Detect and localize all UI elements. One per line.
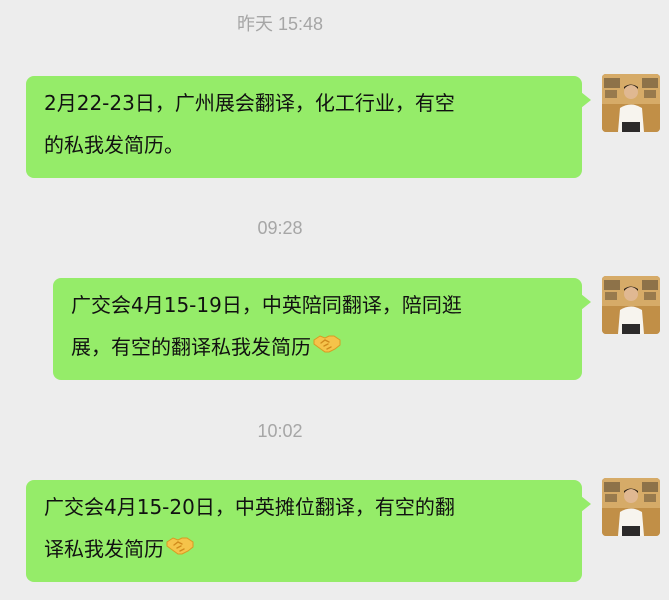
avatar-image bbox=[602, 478, 660, 536]
avatar[interactable] bbox=[602, 478, 660, 536]
message-bubble[interactable]: 广交会4月15-19日，中英陪同翻译，陪同逛 展，有空的翻译私我发简历 bbox=[53, 278, 591, 380]
message-text-line: 的私我发简历。 bbox=[44, 133, 184, 157]
message-text: 译私我发简历 bbox=[44, 537, 164, 561]
message-text-line: 展，有空的翻译私我发简历 bbox=[71, 326, 566, 368]
message-text-line: 广交会4月15-19日，中英陪同翻译，陪同逛 bbox=[71, 293, 462, 317]
message-text-line: 广交会4月15-20日，中英摊位翻译，有空的翻 bbox=[44, 495, 455, 519]
message-text-line: 2月22-23日，广州展会翻译，化工行业，有空 bbox=[44, 91, 455, 115]
timestamp: 10:02 bbox=[257, 421, 303, 441]
avatar-image bbox=[602, 74, 660, 132]
timestamp: 09:28 bbox=[257, 218, 303, 238]
message-text: 展，有空的翻译私我发简历 bbox=[71, 335, 311, 359]
avatar-image bbox=[602, 276, 660, 334]
avatar[interactable] bbox=[602, 74, 660, 132]
avatar[interactable] bbox=[602, 276, 660, 334]
handshake-emoji-icon bbox=[166, 528, 194, 570]
timestamp: 昨天 15:48 bbox=[236, 14, 324, 34]
handshake-emoji-icon bbox=[313, 326, 341, 368]
message-bubble[interactable]: 2月22-23日，广州展会翻译，化工行业，有空 的私我发简历。 bbox=[26, 76, 591, 178]
message-bubble[interactable]: 广交会4月15-20日，中英摊位翻译，有空的翻 译私我发简历 bbox=[26, 480, 591, 582]
message-text-line: 译私我发简历 bbox=[44, 528, 566, 570]
